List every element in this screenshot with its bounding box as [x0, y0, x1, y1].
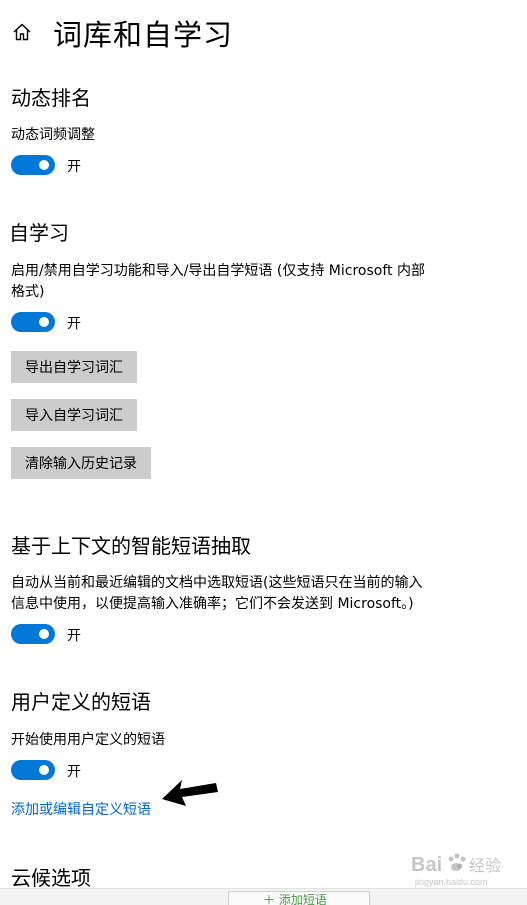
clear-input-history-button[interactable]: 清除输入历史记录: [11, 447, 151, 479]
self-learning-title: 自学习: [9, 221, 69, 245]
toggle-knob: [39, 160, 49, 170]
import-self-learning-button[interactable]: 导入自学习词汇: [11, 399, 137, 431]
dynamic-frequency-toggle[interactable]: [11, 155, 55, 175]
svg-text:经验: 经验: [469, 856, 501, 875]
baidu-watermark: Bai 经验 jingyan.baidu.com: [407, 845, 522, 890]
home-icon[interactable]: [11, 21, 33, 43]
edit-custom-phrases-link[interactable]: 添加或编辑自定义短语: [11, 799, 151, 819]
svg-text:Bai: Bai: [411, 854, 442, 876]
context-extraction-toggle-state: 开: [67, 628, 81, 644]
user-phrases-toggle-state: 开: [67, 764, 81, 780]
dynamic-frequency-label: 动态词频调整: [11, 127, 95, 143]
context-extraction-title: 基于上下文的智能短语抽取: [11, 534, 251, 558]
user-phrases-toggle[interactable]: [11, 760, 55, 780]
context-extraction-toggle[interactable]: [11, 624, 55, 644]
baidu-paw-icon: Bai 经验 jingyan.baidu.com: [411, 853, 501, 887]
toggle-knob: [39, 765, 49, 775]
cloud-candidates-title: 云候选项: [11, 866, 91, 890]
export-self-learning-button[interactable]: 导出自学习词汇: [11, 351, 137, 383]
bottom-add-button[interactable]: ＋ 添加短语: [228, 891, 370, 905]
svg-text:jingyan.baidu.com: jingyan.baidu.com: [414, 877, 488, 887]
self-learning-label-line2: 格式): [11, 284, 45, 300]
self-learning-toggle-state: 开: [67, 316, 81, 332]
page-title: 词库和自学习: [53, 18, 234, 52]
dynamic-ranking-title: 动态排名: [11, 86, 91, 110]
toggle-knob: [39, 317, 49, 327]
self-learning-toggle[interactable]: [11, 312, 55, 332]
user-phrases-label: 开始使用用户定义的短语: [11, 732, 165, 748]
bottom-add-button-label: ＋ 添加短语: [263, 893, 327, 905]
context-extraction-desc-line2: 信息中使用，以便提高输入准确率；它们不会发送到 Microsoft。): [11, 596, 414, 612]
annotation-arrow-icon: [162, 780, 218, 806]
toggle-knob: [39, 629, 49, 639]
user-phrases-title: 用户定义的短语: [11, 690, 151, 714]
dynamic-frequency-toggle-state: 开: [67, 159, 81, 175]
self-learning-label-line1: 启用/禁用自学习功能和导入/导出自学短语 (仅支持 Microsoft 内部: [11, 263, 425, 279]
context-extraction-desc-line1: 自动从当前和最近编辑的文档中选取短语(这些短语只在当前的输入: [11, 575, 423, 591]
